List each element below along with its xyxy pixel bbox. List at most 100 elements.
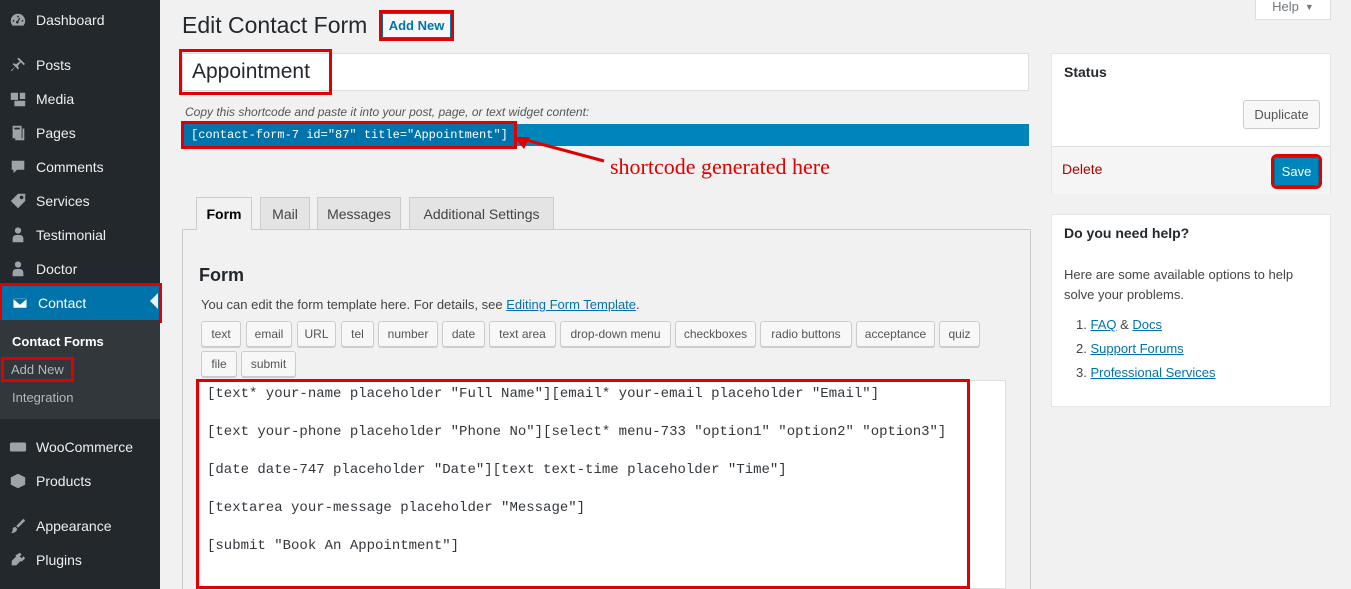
save-button[interactable]: Save	[1271, 154, 1322, 189]
help-box: Do you need help? Here are some availabl…	[1051, 214, 1331, 407]
sidebar-item-services[interactable]: Services	[0, 184, 160, 218]
envelope-icon	[2, 294, 38, 312]
sidebar-item-products[interactable]: Products	[0, 464, 160, 498]
status-footer: Delete Save	[1052, 146, 1330, 194]
form-desc-text: You can edit the form template here. For…	[201, 297, 507, 312]
form-desc-suffix: .	[636, 297, 640, 312]
sidebar-item-label: Comments	[36, 159, 104, 175]
sidebar-item-label: WooCommerce	[36, 439, 133, 455]
sidebar-item-label: Dashboard	[36, 12, 105, 28]
support-forums-link[interactable]: Support Forums	[1090, 341, 1183, 356]
sidebar-item-label: Posts	[36, 57, 72, 73]
person-icon	[0, 260, 36, 278]
sidebar-item-posts[interactable]: Posts	[0, 48, 160, 82]
form-heading: Form	[199, 265, 244, 285]
form-description: You can edit the form template here. For…	[201, 297, 640, 312]
sidebar-item-label: Doctor	[36, 261, 78, 277]
brush-icon	[0, 517, 36, 535]
tag-icon	[0, 192, 36, 210]
list-number: 3.	[1076, 365, 1087, 380]
tag-button-number[interactable]: number	[378, 321, 438, 347]
code-line: [text your-phone placeholder "Phone No"]…	[207, 424, 947, 440]
tag-button-textarea[interactable]: text area	[489, 321, 556, 347]
help-tab[interactable]: Help ▼	[1255, 0, 1331, 20]
sidebar-item-plugins[interactable]: Plugins	[0, 543, 160, 577]
help-list-item: 1. FAQ & Docs	[1076, 317, 1162, 332]
tag-button-url[interactable]: URL	[297, 321, 336, 347]
code-line: [textarea your-message placeholder "Mess…	[207, 500, 586, 516]
form-template-editor[interactable]	[199, 380, 1006, 589]
help-list-item: 2. Support Forums	[1076, 341, 1184, 356]
sidebar-item-comments[interactable]: Comments	[0, 150, 160, 184]
sidebar-item-doctor[interactable]: Doctor	[0, 252, 160, 286]
docs-link[interactable]: Docs	[1132, 317, 1162, 332]
pin-icon	[0, 56, 36, 74]
tag-button-file[interactable]: file	[201, 351, 237, 377]
tab-mail[interactable]: Mail	[260, 197, 310, 229]
sidebar-item-label: Testimonial	[36, 227, 107, 243]
sidebar-item-woocommerce[interactable]: WooCommerce	[0, 430, 160, 464]
tag-button-text[interactable]: text	[201, 321, 241, 347]
tag-button-dropdown[interactable]: drop-down menu	[560, 321, 671, 347]
tab-messages[interactable]: Messages	[317, 197, 401, 229]
tag-button-checkboxes[interactable]: checkboxes	[675, 321, 756, 347]
box-icon	[0, 472, 36, 490]
tag-button-tel[interactable]: tel	[341, 321, 374, 347]
status-title: Status	[1064, 64, 1107, 80]
form-title-value: Appointment	[192, 60, 310, 83]
list-number: 1.	[1076, 317, 1087, 332]
comment-icon	[0, 158, 36, 176]
tab-additional-settings[interactable]: Additional Settings	[409, 197, 554, 229]
list-number: 2.	[1076, 341, 1087, 356]
form-title-input[interactable]: Appointment	[182, 53, 1029, 91]
shortcode-hint: Copy this shortcode and paste it into yo…	[185, 105, 590, 119]
help-list-item: 3. Professional Services	[1076, 365, 1215, 380]
active-menu-arrow	[150, 293, 158, 309]
faq-link[interactable]: FAQ	[1090, 317, 1116, 332]
sidebar-item-media[interactable]: Media	[0, 82, 160, 116]
sidebar-item-label: Plugins	[36, 552, 82, 568]
professional-services-link[interactable]: Professional Services	[1090, 365, 1215, 380]
sidebar-item-label: Appearance	[36, 518, 112, 534]
shortcode-text[interactable]: [contact-form-7 id="87" title="Appointme…	[181, 121, 517, 149]
add-new-button[interactable]: Add New	[379, 10, 454, 41]
code-line: [date date-747 placeholder "Date"][text …	[207, 462, 787, 478]
woo-icon	[0, 438, 36, 456]
dashboard-icon	[0, 11, 36, 29]
tag-button-radio[interactable]: radio buttons	[760, 321, 852, 347]
annotation-text: shortcode generated here	[610, 154, 830, 179]
submenu-add-new[interactable]: Add New	[1, 357, 74, 382]
tag-button-submit[interactable]: submit	[241, 351, 296, 377]
sidebar-item-appearance[interactable]: Appearance	[0, 509, 160, 543]
media-icon	[0, 90, 36, 108]
sidebar-item-label: Media	[36, 91, 75, 107]
duplicate-button[interactable]: Duplicate	[1243, 100, 1320, 129]
editing-form-template-link[interactable]: Editing Form Template	[506, 297, 636, 312]
help-label: Help	[1272, 0, 1299, 14]
sidebar-item-contact[interactable]: Contact	[0, 283, 162, 323]
sidebar-item-label: Services	[36, 193, 90, 209]
submenu-contact-forms[interactable]: Contact Forms	[12, 334, 104, 349]
page-title: Edit Contact Form	[182, 12, 368, 38]
code-line: [submit "Book An Appointment"]	[207, 538, 460, 554]
contact-submenu: Contact Forms Add New Integration	[0, 320, 160, 419]
sidebar-item-label: Pages	[36, 125, 76, 141]
help-title: Do you need help?	[1064, 225, 1190, 241]
sidebar-item-dashboard[interactable]: Dashboard	[0, 3, 160, 37]
tag-button-acceptance[interactable]: acceptance	[856, 321, 935, 347]
code-line: [text* your-name placeholder "Full Name"…	[207, 386, 880, 402]
tag-button-date[interactable]: date	[442, 321, 485, 347]
ampersand: &	[1116, 317, 1133, 332]
delete-link[interactable]: Delete	[1062, 161, 1102, 177]
help-text: Here are some available options to help …	[1064, 267, 1294, 302]
tag-button-email[interactable]: email	[246, 321, 292, 347]
tag-button-quiz[interactable]: quiz	[939, 321, 980, 347]
sidebar-item-pages[interactable]: Pages	[0, 116, 160, 150]
admin-sidebar: Dashboard Posts Media Pages Comments Ser…	[0, 0, 162, 589]
sidebar-item-label: Contact	[38, 295, 87, 311]
submenu-integration[interactable]: Integration	[12, 390, 73, 405]
sidebar-item-testimonial[interactable]: Testimonial	[0, 218, 160, 252]
tab-form[interactable]: Form	[196, 197, 252, 230]
status-box: Status Duplicate Delete Save	[1051, 53, 1331, 194]
annotation-arrow-icon	[514, 137, 605, 163]
